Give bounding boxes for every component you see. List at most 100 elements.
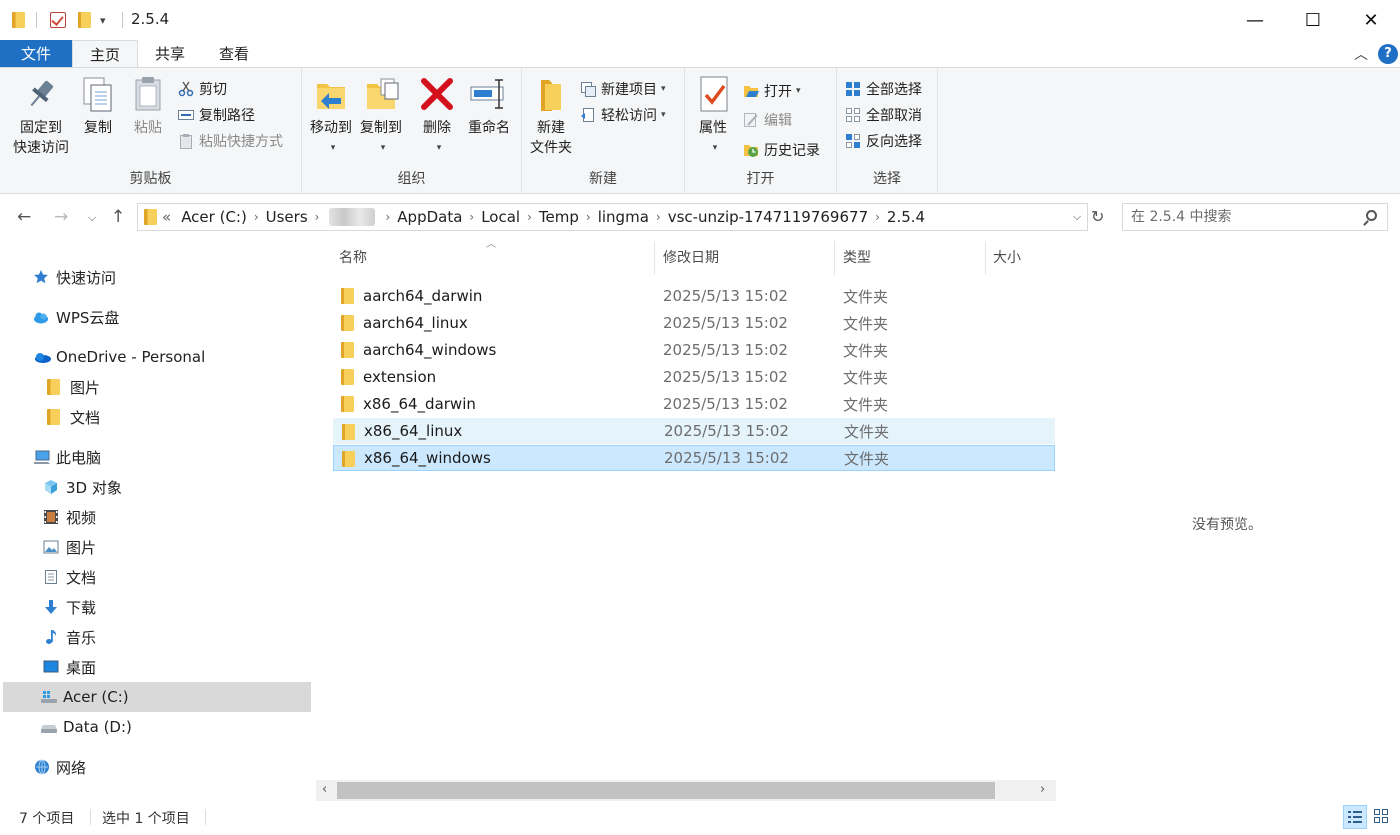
- close-button[interactable]: ✕: [1342, 0, 1400, 40]
- nav-drive-d[interactable]: Data (D:): [3, 712, 311, 742]
- chevron-right-icon[interactable]: ›: [586, 210, 591, 224]
- breadcrumb-lingma[interactable]: lingma: [598, 208, 649, 226]
- history-button[interactable]: 历史记录: [743, 139, 820, 161]
- large-icons-view-icon[interactable]: [1370, 805, 1394, 829]
- breadcrumb-vsc-unzip[interactable]: vsc-unzip-1747119769677: [668, 208, 868, 226]
- select-none-button[interactable]: 全部取消: [845, 104, 922, 126]
- paste-button[interactable]: 粘贴: [124, 74, 172, 138]
- nav-this-pc[interactable]: 此电脑: [3, 442, 311, 472]
- nav-3d-objects[interactable]: 3D 对象: [3, 472, 311, 502]
- chevron-right-icon[interactable]: ›: [254, 210, 259, 224]
- details-view-icon[interactable]: [1343, 805, 1367, 829]
- edit-button[interactable]: 编辑: [743, 109, 792, 131]
- column-header-size[interactable]: 大小: [987, 241, 1056, 275]
- address-bar[interactable]: « Acer (C:) › Users › › AppData › Local …: [137, 203, 1088, 231]
- chevron-right-icon[interactable]: ›: [875, 210, 880, 224]
- breadcrumb-appdata[interactable]: AppData: [397, 208, 462, 226]
- nav-wps-cloud[interactable]: WPS云盘: [3, 302, 311, 332]
- breadcrumb-local[interactable]: Local: [481, 208, 520, 226]
- minimize-button[interactable]: —: [1226, 0, 1284, 40]
- back-arrow-icon[interactable]: ←: [17, 207, 31, 227]
- breadcrumb-current[interactable]: 2.5.4: [887, 208, 925, 226]
- move-to-icon: [311, 74, 351, 114]
- open-folder-icon: [743, 83, 759, 99]
- delete-button[interactable]: 删除 ▾: [416, 74, 458, 158]
- chevron-right-icon[interactable]: ›: [385, 210, 390, 224]
- navigation-bar: ← → ⌵ ↑ « Acer (C:) › Users › › AppData …: [0, 195, 1400, 241]
- scroll-left-icon[interactable]: ‹: [322, 782, 327, 797]
- chevron-right-icon[interactable]: ›: [469, 210, 474, 224]
- file-row-aarch64-linux[interactable]: aarch64_linux 2025/5/13 15:02 文件夹: [333, 310, 1055, 336]
- cut-button[interactable]: 剪切: [178, 78, 227, 100]
- scrollbar-thumb[interactable]: [337, 782, 995, 799]
- nav-pictures[interactable]: 图片: [3, 532, 311, 562]
- file-row-extension[interactable]: extension 2025/5/13 15:02 文件夹: [333, 364, 1055, 390]
- copy-path-button[interactable]: 复制路径: [178, 104, 255, 126]
- maximize-button[interactable]: ☐: [1284, 0, 1342, 40]
- nav-drive-c[interactable]: Acer (C:): [3, 682, 311, 712]
- collapse-ribbon-icon[interactable]: ︿: [1354, 44, 1368, 64]
- search-input[interactable]: 在 2.5.4 中搜索: [1122, 203, 1388, 231]
- nav-onedrive-documents[interactable]: 文档: [3, 402, 311, 432]
- pin-quick-access-button[interactable]: 固定到 快速访问: [8, 74, 74, 158]
- nav-documents[interactable]: 文档: [3, 562, 311, 592]
- move-to-button[interactable]: 移动到 ▾: [306, 74, 356, 158]
- horizontal-scrollbar[interactable]: ‹ ›: [316, 780, 1056, 801]
- invert-selection-button[interactable]: 反向选择: [845, 130, 922, 152]
- nav-videos[interactable]: 视频: [3, 502, 311, 532]
- breadcrumb-acer-c[interactable]: Acer (C:): [181, 208, 247, 226]
- properties-button[interactable]: 属性 ▾: [691, 74, 735, 158]
- address-history-dropdown-icon[interactable]: ⌵: [1067, 204, 1087, 230]
- delete-x-icon: [417, 74, 457, 114]
- refresh-icon[interactable]: ↻: [1091, 207, 1104, 226]
- file-row-x86-64-linux[interactable]: x86_64_linux 2025/5/13 15:02 文件夹: [333, 418, 1055, 444]
- search-icon[interactable]: [1366, 210, 1377, 221]
- chevron-right-icon[interactable]: ›: [656, 210, 661, 224]
- nav-downloads[interactable]: 下载: [3, 592, 311, 622]
- rename-button[interactable]: 重命名: [462, 74, 516, 138]
- file-row-x86-64-windows[interactable]: x86_64_windows 2025/5/13 15:02 文件夹: [333, 445, 1055, 471]
- nav-quick-access[interactable]: 快速访问: [3, 262, 311, 292]
- tab-share[interactable]: 共享: [138, 40, 202, 68]
- tab-file[interactable]: 文件: [0, 40, 72, 68]
- breadcrumb-temp[interactable]: Temp: [539, 208, 579, 226]
- nav-onedrive-pictures[interactable]: 图片: [3, 372, 311, 402]
- help-icon[interactable]: ?: [1378, 44, 1398, 64]
- new-item-button[interactable]: 新建项目 ▾: [580, 78, 666, 100]
- column-header-date[interactable]: 修改日期: [657, 241, 835, 275]
- recent-locations-icon[interactable]: ⌵: [88, 211, 96, 225]
- tab-view[interactable]: 查看: [202, 40, 266, 68]
- nav-network[interactable]: 网络: [3, 752, 311, 782]
- file-row-aarch64-darwin[interactable]: aarch64_darwin 2025/5/13 15:02 文件夹: [333, 283, 1055, 309]
- new-folder-button[interactable]: 新建 文件夹: [526, 74, 576, 158]
- file-row-x86-64-darwin[interactable]: x86_64_darwin 2025/5/13 15:02 文件夹: [333, 391, 1055, 417]
- copy-path-icon: [178, 107, 194, 123]
- chevron-right-icon[interactable]: ›: [315, 210, 320, 224]
- new-folder-quick-icon[interactable]: [78, 10, 91, 30]
- nav-onedrive[interactable]: OneDrive - Personal: [3, 342, 311, 372]
- column-header-type[interactable]: 类型: [837, 241, 986, 275]
- chevron-right-icon[interactable]: ›: [527, 210, 532, 224]
- column-header-name[interactable]: 名称: [333, 241, 655, 275]
- open-button[interactable]: 打开 ▾: [743, 80, 801, 102]
- nav-music[interactable]: 音乐: [3, 622, 311, 652]
- forward-arrow-icon[interactable]: →: [54, 207, 68, 227]
- copy-button[interactable]: 复制: [76, 74, 120, 138]
- paste-shortcut-button[interactable]: 粘贴快捷方式: [178, 130, 283, 152]
- properties-check-icon[interactable]: [50, 10, 66, 30]
- network-icon: [33, 759, 49, 775]
- easy-access-button[interactable]: 轻松访问 ▾: [580, 104, 666, 126]
- file-row-aarch64-windows[interactable]: aarch64_windows 2025/5/13 15:02 文件夹: [333, 337, 1055, 363]
- select-all-button[interactable]: 全部选择: [845, 78, 922, 100]
- up-arrow-icon[interactable]: ↑: [111, 207, 125, 227]
- copy-to-button[interactable]: 复制到 ▾: [356, 74, 406, 158]
- folder-icon: [144, 209, 157, 225]
- redacted-username[interactable]: [329, 208, 376, 226]
- scroll-right-icon[interactable]: ›: [1040, 782, 1045, 797]
- tab-home[interactable]: 主页: [72, 40, 138, 68]
- breadcrumb-users[interactable]: Users: [266, 208, 308, 226]
- breadcrumb-overflow[interactable]: «: [162, 208, 171, 226]
- customize-quick-access-icon[interactable]: ▾: [100, 10, 106, 30]
- nav-desktop[interactable]: 桌面: [3, 652, 311, 682]
- organize-group: 移动到 ▾ 复制到 ▾ 删除 ▾ 重命名 组织: [302, 68, 522, 192]
